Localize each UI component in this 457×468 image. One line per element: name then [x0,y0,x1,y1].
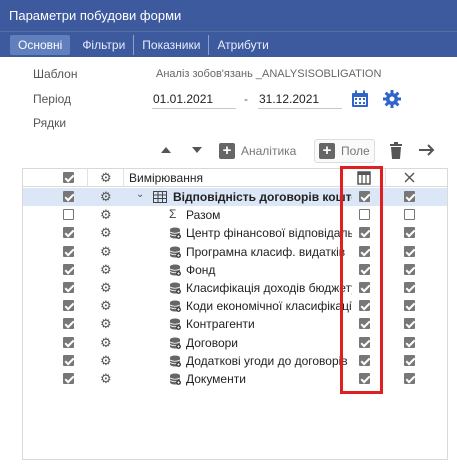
tab-indicators[interactable]: Показники [134,34,210,55]
database-icon [169,246,181,258]
tab-filters[interactable]: Фільтри [74,34,135,55]
row-gear-icon[interactable]: ⚙ [100,372,112,385]
row-extra-checkbox[interactable] [404,373,415,384]
settings-gear-icon[interactable] [382,89,402,109]
row-label: Договори [186,335,239,350]
highlight-box [340,166,383,394]
header-select-all-checkbox[interactable] [63,172,74,183]
period-label: Період [33,92,72,106]
row-label: Коди економічної класифікації [186,299,352,314]
row-include-checkbox[interactable] [63,227,74,239]
row-gear-icon[interactable]: ⚙ [100,317,112,330]
row-gear-icon[interactable]: ⚙ [100,263,112,276]
calendar-icon[interactable] [350,89,370,109]
database-icon [169,264,181,276]
row-include-checkbox[interactable] [63,318,74,330]
row-gear-icon[interactable]: ⚙ [100,281,112,294]
date-from-input[interactable]: 01.01.2021 [152,89,236,109]
row-gear-icon[interactable]: ⚙ [100,190,112,203]
add-analytics-button[interactable]: + Аналітика [219,139,296,163]
template-value[interactable]: Аналіз зобов'язань _ANALYSISOBLIGATION [156,68,381,80]
add-field-label: Поле [341,144,370,158]
grid-row[interactable]: ⚙ Σ Разом [23,206,447,224]
grid-row[interactable]: ⚙ Програмна класиф. видатків [23,243,447,261]
row-extra-checkbox[interactable] [404,300,415,312]
plus-icon: + [219,143,235,159]
grid-row[interactable]: ⚙ Центр фінансової відповідальності [23,224,447,242]
header-gear-icon[interactable]: ⚙ [100,171,112,184]
row-label: Додаткові угоди до договорів [186,353,348,368]
grid-row[interactable]: ⚙ Додаткові угоди до договорів [23,352,447,370]
row-include-checkbox[interactable] [63,245,74,257]
database-icon [169,227,181,240]
move-down-icon[interactable] [191,145,203,155]
move-up-icon[interactable] [160,145,172,155]
row-extra-checkbox[interactable] [404,209,415,221]
row-label: Фонд [186,262,216,277]
row-gear-icon[interactable]: ⚙ [100,336,112,349]
period-dash: - [244,92,248,106]
close-icon[interactable] [404,172,415,183]
row-label: Разом [186,208,221,223]
row-gear-icon[interactable]: ⚙ [100,354,112,367]
row-include-checkbox[interactable] [63,300,74,312]
row-gear-icon[interactable]: ⚙ [100,208,112,221]
add-analytics-label: Аналітика [241,144,297,158]
row-extra-checkbox[interactable] [404,318,415,330]
row-include-checkbox[interactable] [63,373,74,384]
database-icon [169,373,181,385]
grid-row[interactable]: ⚙ Класифікація доходів бюджету [23,279,447,297]
tab-bar: Основні Фільтри Показники Атрибути [0,31,457,57]
row-include-checkbox[interactable] [63,282,74,293]
arrow-right-icon[interactable] [418,143,436,157]
row-extra-checkbox[interactable] [404,282,415,293]
row-extra-checkbox[interactable] [404,245,415,257]
rows-label: Рядки [33,116,67,130]
plus-icon: + [319,143,335,159]
grid-row[interactable]: ⚙ Документи [23,370,447,388]
row-extra-checkbox[interactable] [404,191,415,202]
database-icon [169,337,181,349]
row-gear-icon[interactable]: ⚙ [100,226,112,239]
row-label: Документи [186,372,246,386]
sigma-icon: Σ [169,207,177,222]
row-label: Центр фінансової відповідальності [186,226,352,241]
expand-chevron-icon[interactable]: ⌄ [136,189,144,200]
row-label: Програмна класиф. видатків [186,244,346,259]
row-gear-icon[interactable]: ⚙ [100,245,112,258]
tab-basic[interactable]: Основні [10,34,71,55]
row-extra-checkbox[interactable] [404,336,415,348]
grid-row[interactable]: ⚙ ⌄ Відповідність договорів кошторис [23,188,447,206]
row-include-checkbox[interactable] [63,354,74,366]
row-gear-icon[interactable]: ⚙ [100,299,112,312]
database-icon [169,318,181,331]
row-label: Контрагенти [186,317,255,332]
grid-row[interactable]: ⚙ Контрагенти [23,315,447,333]
row-include-checkbox[interactable] [63,209,74,221]
date-to-input[interactable]: 31.12.2021 [258,89,342,109]
header-dimensions-label: Вимірювання [129,171,203,185]
database-icon [169,300,181,313]
dimensions-grid: ⚙ Вимірювання ⚙ ⌄ Відповідність договорів … [22,168,448,460]
row-include-checkbox[interactable] [63,191,74,202]
database-icon [169,355,181,367]
row-extra-checkbox[interactable] [404,227,415,239]
window-title: Параметри побудови форми [0,0,457,31]
row-extra-checkbox[interactable] [404,354,415,366]
grid-row[interactable]: ⚙ Договори [23,334,447,352]
table-icon [153,191,167,203]
template-label: Шаблон [33,67,78,81]
row-include-checkbox[interactable] [63,336,74,348]
row-extra-checkbox[interactable] [404,263,415,275]
row-label: Класифікація доходів бюджету [186,281,352,295]
grid-row[interactable]: ⚙ Коди економічної класифікації [23,297,447,315]
add-field-button[interactable]: + Поле [314,139,375,163]
row-label: Відповідність договорів кошторис [173,190,352,204]
database-icon [169,282,181,294]
row-include-checkbox[interactable] [63,263,74,275]
tab-attributes[interactable]: Атрибути [209,35,276,55]
grid-row[interactable]: ⚙ Фонд [23,261,447,279]
delete-icon[interactable] [388,142,404,160]
grid-header: ⚙ Вимірювання [23,169,447,187]
